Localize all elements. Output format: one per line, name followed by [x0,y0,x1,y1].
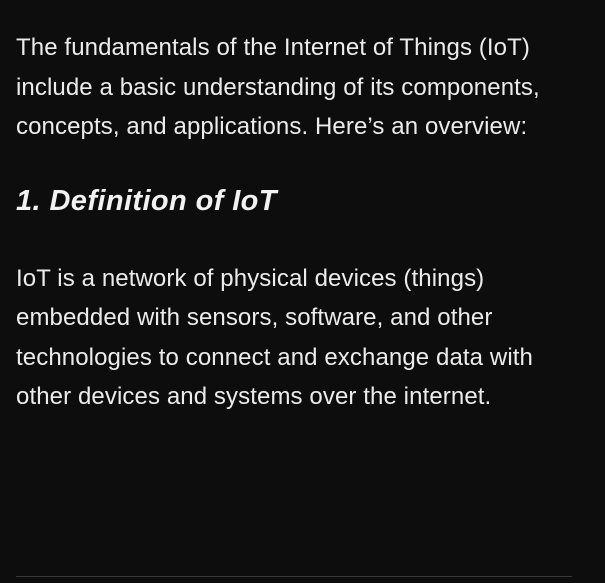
article-content: The fundamentals of the Internet of Thin… [16,28,591,417]
intro-paragraph: The fundamentals of the Internet of Thin… [16,34,540,140]
definition-paragraph: IoT is a network of physical devices (th… [16,264,533,411]
section-heading-definition: 1. Definition of IoT [16,184,277,217]
section-divider [16,576,572,577]
